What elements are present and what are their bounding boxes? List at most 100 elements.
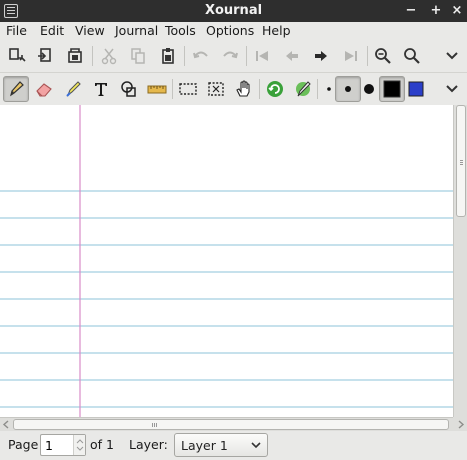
main-toolbar [0,40,467,73]
page-number-input[interactable] [41,435,73,455]
zoom-out-button[interactable] [370,43,396,69]
text-icon [95,83,107,96]
toolbar-overflow-button[interactable] [439,76,465,102]
scroll-right-icon[interactable] [456,420,465,429]
black-color-icon [383,80,401,98]
toolbar-separator [246,46,247,66]
toolbar-separator [259,79,260,99]
save-icon [9,48,26,62]
last-page-button[interactable] [338,43,364,69]
next-page-button[interactable] [308,43,334,69]
copy-page-button[interactable] [62,43,88,69]
medium-dot-icon [345,86,351,92]
default-pen-icon [296,81,311,97]
menu-options[interactable]: Options [206,23,254,38]
hand-icon [236,80,250,97]
page-label: Page [8,437,39,452]
maximize-button[interactable]: + [428,2,444,20]
spin-arrows-icon [76,439,84,451]
menu-file[interactable]: File [6,23,27,38]
layer-select-value: Layer 1 [181,438,228,453]
region-select-icon [208,82,224,96]
previous-page-icon [286,51,298,61]
previous-page-button[interactable] [279,43,305,69]
tools-toolbar [0,73,467,106]
default-tools-icon [267,81,283,97]
status-bar: Page of 1 Layer: Layer 1 [0,431,467,460]
paste-button[interactable] [155,43,181,69]
menu-tools[interactable]: Tools [165,23,196,38]
pen-icon [10,81,24,97]
vertical-scroll-thumb[interactable] [456,105,466,217]
blue-color-button[interactable] [403,76,429,102]
open-icon [38,48,51,62]
hand-tool-button[interactable] [231,76,257,102]
rect-select-button[interactable] [175,76,201,102]
chevron-down-icon [446,85,458,93]
shape-recognizer-icon [121,81,136,97]
ruler-icon [147,85,167,94]
chevron-down-icon [446,52,458,60]
next-page-icon [315,51,327,61]
menu-view[interactable]: View [75,23,105,38]
redo-button[interactable] [217,43,243,69]
cut-button[interactable] [96,43,122,69]
window-title: Xournal [204,3,263,18]
zoom-out-icon [375,48,391,64]
region-select-button[interactable] [203,76,229,102]
undo-icon [193,51,208,59]
horizontal-scrollbar[interactable] [0,417,467,431]
menu-journal[interactable]: Journal [115,23,158,38]
horizontal-scroll-thumb[interactable] [13,419,449,430]
default-tools-button[interactable] [262,76,288,102]
zoom-in-icon [404,48,420,64]
scroll-corner [453,417,467,431]
scroll-left-icon[interactable] [2,420,11,429]
thick-dot-icon [364,84,374,94]
highlighter-tool-button[interactable] [60,76,86,102]
menu-edit[interactable]: Edit [40,23,64,38]
toolbar-separator [172,79,173,99]
close-button[interactable]: × [449,2,465,20]
pen-tool-button[interactable] [3,76,29,102]
cut-icon [101,48,117,65]
paste-icon [162,48,174,64]
minimize-button[interactable]: − [403,2,419,20]
chevron-down-icon [251,442,261,449]
undo-button[interactable] [188,43,214,69]
black-color-button[interactable] [379,76,405,102]
copy-icon [131,48,145,64]
shape-recognizer-button[interactable] [116,76,142,102]
zoom-in-button[interactable] [399,43,425,69]
eraser-tool-button[interactable] [31,76,57,102]
menu-help[interactable]: Help [262,23,291,38]
ruled-paper [0,105,453,417]
ruler-button[interactable] [144,76,170,102]
menu-bar: File Edit View Journal Tools Options Hel… [0,22,467,40]
text-tool-button[interactable] [88,76,114,102]
journal-page[interactable] [0,105,453,417]
save-button[interactable] [4,43,30,69]
first-page-button[interactable] [249,43,275,69]
open-button[interactable] [32,43,58,69]
page-spinner-arrows[interactable] [73,435,85,455]
highlighter-icon [66,81,81,97]
layer-select[interactable]: Layer 1 [174,433,268,457]
last-page-icon [345,51,357,61]
eraser-icon [36,83,52,97]
toolbar-overflow-button[interactable] [439,43,465,69]
copy-page-icon [68,48,82,63]
toolbar-separator [92,46,93,66]
title-bar: Xournal − + × [0,0,467,22]
blue-color-icon [408,81,424,97]
redo-icon [223,51,238,59]
layer-label: Layer: [129,437,168,452]
page-count-label: of 1 [90,437,114,452]
default-pen-button[interactable] [290,76,316,102]
copy-button[interactable] [125,43,151,69]
rect-select-icon [179,83,197,95]
first-page-icon [256,51,268,61]
toolbar-separator [184,46,185,66]
vertical-scrollbar[interactable] [453,105,467,417]
page-spinner[interactable] [40,434,86,456]
